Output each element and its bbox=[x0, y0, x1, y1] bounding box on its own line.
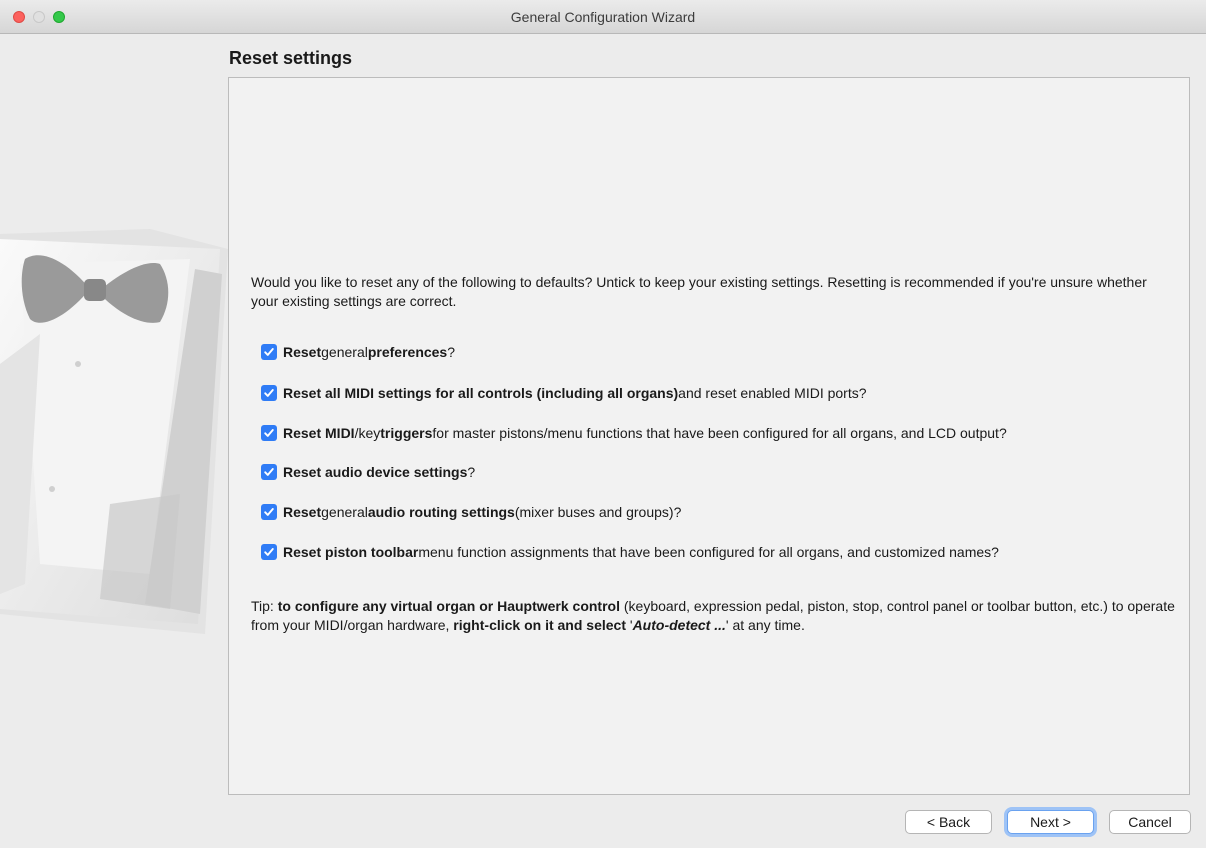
option-label-part: ? bbox=[447, 344, 456, 360]
option-label-part: Reset bbox=[283, 344, 322, 360]
next-button[interactable]: Next > bbox=[1007, 810, 1094, 834]
checkbox-checked[interactable] bbox=[261, 544, 277, 560]
checkmark-icon bbox=[264, 348, 274, 356]
page-title: Reset settings bbox=[229, 48, 353, 68]
tip-quote-close: ' at any time. bbox=[725, 617, 805, 633]
tip-bold-2: right-click on it and select bbox=[453, 617, 626, 633]
checkmark-icon bbox=[264, 389, 274, 397]
option-label-part: triggers bbox=[380, 425, 433, 441]
window-title: General Configuration Wizard bbox=[510, 9, 696, 25]
reset-option-5[interactable]: Reset general audio routing settings (mi… bbox=[261, 502, 681, 522]
option-label-part: and reset enabled MIDI ports? bbox=[678, 385, 867, 401]
title-bar[interactable]: General Configuration Wizard bbox=[0, 0, 1206, 34]
tip-text: Tip: to configure any virtual organ or H… bbox=[251, 597, 1181, 635]
wizard-window: General Configuration Wizard Reset setti… bbox=[0, 0, 1206, 848]
option-label-part: Reset piston toolbar bbox=[283, 544, 419, 560]
reset-option-3[interactable]: Reset MIDI/key triggers for master pisto… bbox=[261, 423, 1007, 443]
checkmark-icon bbox=[264, 429, 274, 437]
reset-option-6[interactable]: Reset piston toolbar menu function assig… bbox=[261, 542, 999, 562]
checkbox-checked[interactable] bbox=[261, 344, 277, 360]
back-button[interactable]: < Back bbox=[905, 810, 992, 834]
intro-text: Would you like to reset any of the follo… bbox=[251, 274, 1147, 309]
checkbox-checked[interactable] bbox=[261, 464, 277, 480]
tip-italic: Auto-detect ... bbox=[632, 617, 726, 633]
checkbox-checked[interactable] bbox=[261, 425, 277, 441]
cancel-button[interactable]: Cancel bbox=[1109, 810, 1191, 834]
option-label-part: menu function assignments that have been… bbox=[418, 544, 999, 560]
reset-option-4[interactable]: Reset audio device settings? bbox=[261, 462, 475, 482]
option-label-part: /key bbox=[354, 425, 381, 441]
reset-option-1[interactable]: Reset general preferences? bbox=[261, 342, 455, 362]
checkbox-checked[interactable] bbox=[261, 504, 277, 520]
option-label-part: general bbox=[321, 504, 368, 520]
option-label-part: Reset bbox=[283, 504, 322, 520]
option-label-part: Reset MIDI bbox=[283, 425, 355, 441]
option-label-part: for master pistons/menu functions that h… bbox=[432, 425, 1007, 441]
tuxedo-illustration bbox=[0, 229, 228, 634]
content-panel: Would you like to reset any of the follo… bbox=[228, 77, 1190, 795]
reset-option-2[interactable]: Reset all MIDI settings for all controls… bbox=[261, 383, 867, 403]
option-label-part: audio routing settings bbox=[367, 504, 515, 520]
option-label-part: Reset audio device settings bbox=[283, 464, 468, 480]
checkmark-icon bbox=[264, 548, 274, 556]
tip-prefix: Tip: bbox=[251, 598, 278, 614]
checkmark-icon bbox=[264, 468, 274, 476]
tip-bold-1: to configure any virtual organ or Hauptw… bbox=[277, 598, 620, 614]
checkbox-checked[interactable] bbox=[261, 385, 277, 401]
checkmark-icon bbox=[264, 508, 274, 516]
option-label-part: ? bbox=[467, 464, 476, 480]
option-label-part: Reset all MIDI settings for all controls… bbox=[283, 385, 679, 401]
option-label-part: preferences bbox=[367, 344, 448, 360]
option-label-part: (mixer buses and groups)? bbox=[514, 504, 682, 520]
option-label-part: general bbox=[321, 344, 368, 360]
